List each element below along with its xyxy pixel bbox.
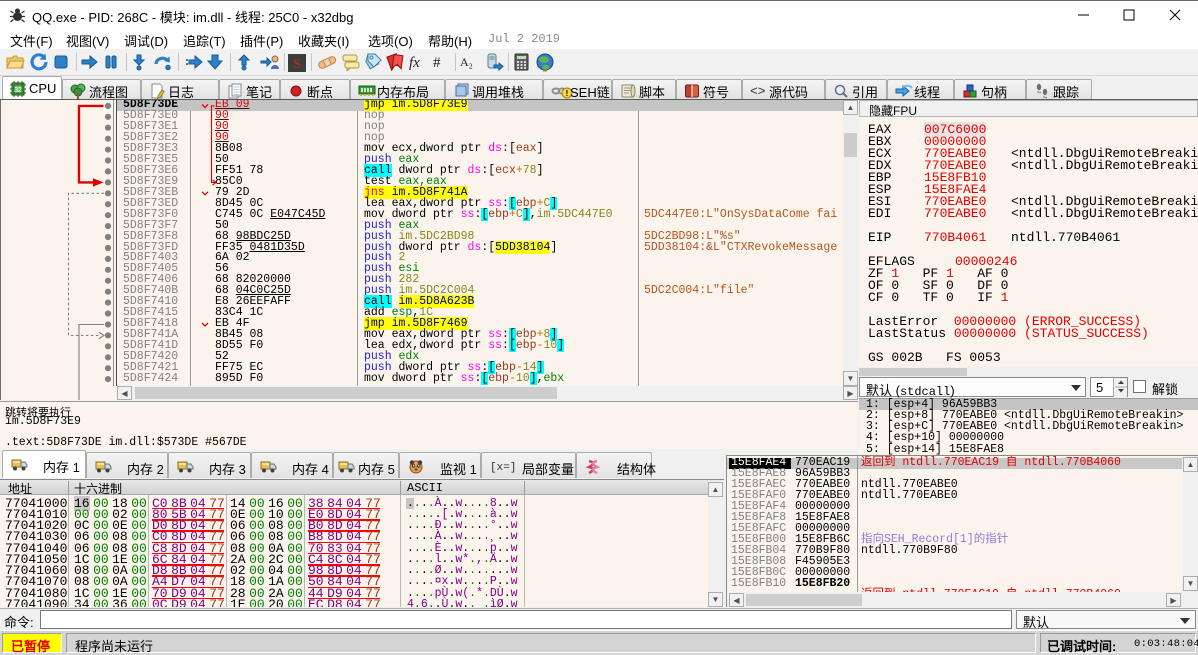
- svg-text:!: !: [566, 89, 569, 98]
- svg-text:[x=]: [x=]: [490, 462, 516, 473]
- svg-text:<>: <>: [750, 84, 766, 99]
- svg-text:#: #: [433, 55, 441, 71]
- svg-text:S: S: [293, 57, 301, 72]
- svg-text:A₂: A₂: [460, 55, 473, 69]
- svg-text:fx: fx: [409, 55, 420, 71]
- svg-text:32: 32: [14, 87, 22, 94]
